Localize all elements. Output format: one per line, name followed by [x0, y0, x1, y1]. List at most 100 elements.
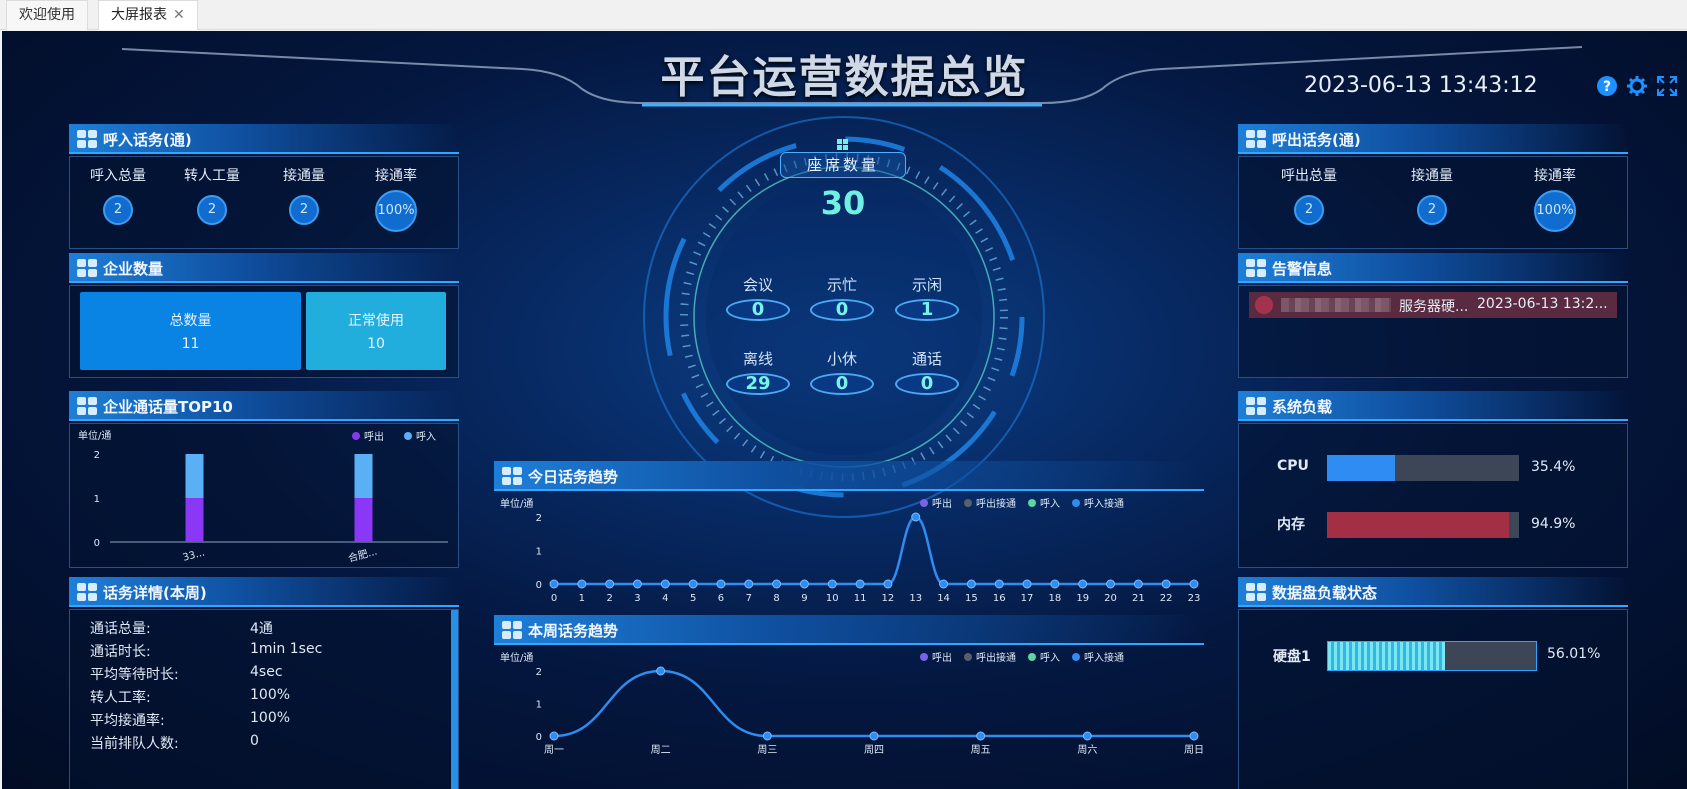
- y-tick-label: 0: [536, 732, 542, 743]
- x-tick-label: 5: [690, 593, 696, 604]
- stat-connected: 接通量 2: [264, 165, 344, 225]
- panel-title: 话务详情(本周): [103, 584, 207, 602]
- data-point: [688, 579, 698, 589]
- data-point: [799, 579, 809, 589]
- x-tick-label: 15: [965, 593, 978, 604]
- stat-value: 2: [103, 195, 133, 225]
- data-point: [656, 666, 666, 676]
- close-icon[interactable]: ✕: [173, 7, 185, 23]
- disk-label: 硬盘1: [1273, 649, 1311, 665]
- panel-header: 呼入话务(通): [69, 124, 459, 154]
- fullscreen-icon[interactable]: [1656, 75, 1678, 97]
- enterprise-total-value: 11: [181, 336, 200, 352]
- x-tick-label: 22: [1160, 593, 1173, 604]
- x-tick-label: 11: [854, 593, 867, 604]
- x-tick-label: 周六: [1077, 744, 1097, 756]
- panel-body: CPU 35.4% 内存 94.9%: [1238, 423, 1628, 568]
- seat-status-label: 示闲: [911, 276, 942, 294]
- y-unit-label: 单位/通: [500, 651, 533, 664]
- seat-status-label: 小休: [826, 350, 857, 368]
- cpu-label: CPU: [1277, 458, 1309, 474]
- legend-label: 呼出接通: [976, 651, 1016, 664]
- legend-label: 呼入接通: [1084, 651, 1124, 664]
- detail-label: 转人工率:: [90, 690, 151, 706]
- tab-welcome[interactable]: 欢迎使用: [6, 0, 88, 30]
- seat-header-icon: [837, 139, 849, 151]
- grid-icon: [77, 259, 97, 277]
- grid-icon: [77, 130, 97, 148]
- help-icon[interactable]: ?: [1596, 75, 1618, 97]
- data-point: [772, 579, 782, 589]
- enterprise-panel: 企业数量 总数量 11 正常使用 10: [69, 253, 459, 378]
- detail-label: 通话时长:: [90, 644, 151, 660]
- y-tick-label: 2: [536, 513, 542, 524]
- panel-title: 企业通话量TOP10: [103, 398, 233, 416]
- y-tick-label: 2: [536, 667, 542, 678]
- seat-status-value: 1: [895, 299, 959, 321]
- today-trend-chart: 单位/通 呼出 呼出接通 呼入 呼入接通0120 1 2 3 4 5 6 7 8 9 10 11 12 13 14 1…: [500, 497, 1201, 604]
- stat-outbound-rate: 接通率 100%: [1515, 165, 1595, 232]
- data-point: [1082, 731, 1092, 741]
- seat-count-total: 30: [820, 184, 866, 222]
- panel-header: 话务详情(本周): [69, 577, 459, 607]
- stat-value: 100%: [1534, 190, 1576, 232]
- seat-status-value: 0: [810, 373, 874, 395]
- stat-value: 2: [1417, 195, 1447, 225]
- stat-transfer: 转人工量 2: [172, 165, 252, 225]
- tab-dashboard[interactable]: 大屏报表 ✕: [98, 0, 198, 30]
- gear-icon[interactable]: [1626, 75, 1648, 97]
- alarm-text: 服务器硬...: [1399, 299, 1469, 315]
- top10-panel: 企业通话量TOP10 单位/通 呼出 呼入 0 1 2 33... 合肥...: [69, 391, 459, 568]
- data-point: [605, 579, 615, 589]
- legend-label: 呼出接通: [976, 497, 1016, 510]
- x-tick-label: 周五: [971, 744, 991, 756]
- panel-title: 系统负载: [1272, 398, 1333, 416]
- panel-body: 服务器硬... 2023-06-13 13:2...: [1238, 285, 1628, 378]
- cpu-value: 35.4%: [1531, 459, 1576, 475]
- detail-value: 100%: [250, 710, 291, 726]
- tab-welcome-label: 欢迎使用: [19, 7, 75, 23]
- grid-icon: [1246, 259, 1266, 277]
- legend-label: 呼出: [364, 430, 384, 443]
- x-tick-label: 23: [1188, 593, 1201, 604]
- panel-header: 数据盘负载状态: [1238, 577, 1628, 607]
- week-trend-panel: 本周话务趋势 单位/通 呼出 呼出接通 呼入 呼入接通 0 1 2 周一 周二 周三 周四 周五 周六 周日: [494, 615, 1204, 789]
- data-point: [1133, 579, 1143, 589]
- data-point: [1161, 579, 1171, 589]
- panel-body: 单位/通 呼出 呼入 0 1 2 33... 合肥...: [69, 423, 459, 568]
- bar-segment: [185, 498, 204, 542]
- y-tick-label: 2: [94, 450, 100, 461]
- panel-header: 系统负载: [1238, 391, 1628, 421]
- detail-panel: 话务详情(本周) 通话总量: 4通 通话时长: 1min 1sec 平均等待时长: 4se…: [69, 577, 459, 789]
- legend-marker: [1028, 653, 1036, 661]
- series-line: [554, 515, 1195, 586]
- y-tick-label: 1: [536, 547, 542, 558]
- stat-label: 接通量: [283, 168, 325, 184]
- x-tick-label: 14: [937, 593, 950, 604]
- x-tick-label: 1: [579, 593, 585, 604]
- scrollbar[interactable]: [451, 610, 458, 789]
- week-trend-chart: 单位/通 呼出 呼出接通 呼入 呼入接通 0 1 2 周一 周二 周三 周四 周五 周六 周日: [500, 651, 1204, 756]
- grid-icon: [77, 397, 97, 415]
- alarm-time: 2023-06-13 13:2...: [1477, 296, 1608, 312]
- data-point: [827, 579, 837, 589]
- seat-status-value: 0: [895, 373, 959, 395]
- x-tick-label: 8: [773, 593, 779, 604]
- stat-label: 接通量: [1411, 168, 1453, 184]
- outbound-panel: 呼出话务(通) 呼出总量 2 接通量 2 接通率 100%: [1238, 124, 1628, 249]
- data-point: [1022, 579, 1032, 589]
- memory-value: 94.9%: [1531, 516, 1576, 532]
- y-unit-label: 单位/通: [500, 497, 533, 510]
- data-point: [549, 731, 559, 741]
- grid-icon: [1246, 397, 1266, 415]
- stat-inbound-total: 呼入总量 2: [78, 165, 158, 225]
- alarm-item[interactable]: 服务器硬... 2023-06-13 13:2...: [1249, 292, 1617, 318]
- x-tick-label: 周四: [864, 744, 884, 756]
- enterprise-total-label: 总数量: [169, 313, 212, 329]
- x-tick-label: 周三: [757, 744, 777, 756]
- stat-label: 接通率: [375, 168, 417, 184]
- data-point: [1078, 579, 1088, 589]
- x-tick-label: 33...: [182, 547, 206, 563]
- panel-header: 企业通话量TOP10: [69, 391, 459, 421]
- detail-label: 平均接通率:: [90, 713, 165, 729]
